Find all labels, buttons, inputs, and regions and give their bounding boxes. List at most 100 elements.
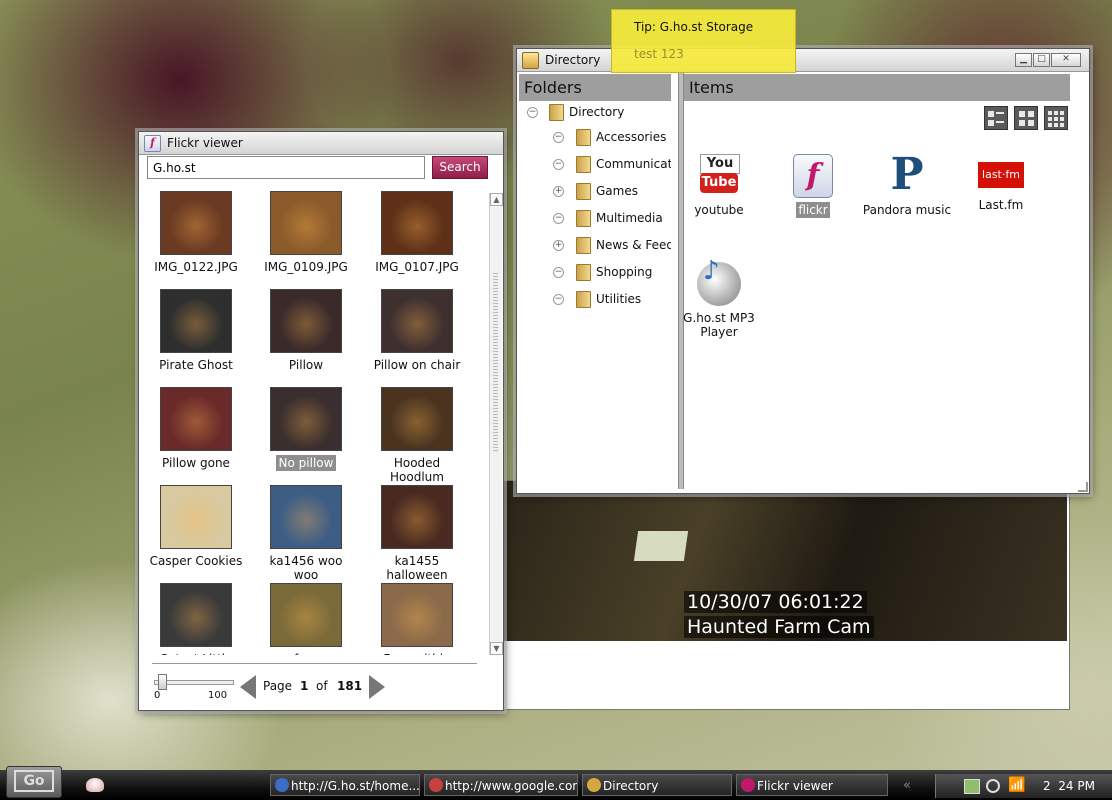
close-button[interactable]: ✕ xyxy=(1051,53,1081,67)
photo-caption-text: Pillow gone xyxy=(162,456,230,470)
view-list-button[interactable] xyxy=(984,106,1008,130)
photo-thumbnail[interactable] xyxy=(160,485,232,549)
photo-item[interactable]: four xyxy=(256,583,356,666)
collapse-icon[interactable]: − xyxy=(527,107,538,118)
zoom-slider-thumb[interactable] xyxy=(157,674,167,690)
webcam-timestamp: 10/30/07 06:01:22 xyxy=(684,591,867,613)
window-resize-grip[interactable] xyxy=(1078,482,1088,492)
task-app-icon xyxy=(275,778,289,792)
photo-caption: Pirate Ghost xyxy=(146,358,246,372)
photo-item[interactable]: Pillow gone xyxy=(146,387,246,470)
photo-thumbnail[interactable] xyxy=(270,289,342,353)
photo-thumbnail[interactable] xyxy=(270,485,342,549)
tooltip-text: test 123 xyxy=(634,47,684,61)
app-label: youtube xyxy=(694,203,744,217)
photo-item[interactable]: Hooded Hoodlum xyxy=(367,387,467,484)
tree-item[interactable]: − Shopping xyxy=(553,263,671,281)
collapse-icon[interactable]: − xyxy=(553,294,564,305)
collapse-icon[interactable]: − xyxy=(553,213,564,224)
next-page-button[interactable] xyxy=(369,675,385,699)
photo-thumbnail[interactable] xyxy=(381,289,453,353)
directory-titlebar[interactable]: Directory ▁ □ ✕ xyxy=(517,49,1089,72)
zoom-slider[interactable] xyxy=(152,674,234,690)
wireless-icon[interactable]: 📶 xyxy=(1008,777,1025,793)
photo-scrollbar[interactable]: ▲ ▼ xyxy=(489,193,503,655)
tree-item[interactable]: − Communicatic xyxy=(553,155,671,173)
photo-thumbnail[interactable] xyxy=(381,583,453,647)
photo-thumbnail[interactable] xyxy=(160,191,232,255)
scroll-up-button[interactable]: ▲ xyxy=(490,193,503,206)
photo-thumbnail[interactable] xyxy=(160,583,232,647)
start-button-label: Go xyxy=(14,770,54,792)
directory-app-icon xyxy=(522,52,539,69)
photo-item[interactable]: Pillow xyxy=(256,289,356,372)
expand-icon[interactable]: + xyxy=(553,186,564,197)
photo-item[interactable]: ka1456 woo woo xyxy=(256,485,356,582)
photo-item[interactable]: IMG_0122.JPG xyxy=(146,191,246,274)
photo-item[interactable]: ka1455 halloween bubble xyxy=(367,485,467,596)
tree-item-label: News & Feed: xyxy=(596,238,671,252)
photo-item[interactable]: IMG_0107.JPG xyxy=(367,191,467,274)
photo-item[interactable]: Pillow on chair xyxy=(367,289,467,372)
taskbar-task[interactable]: http://www.google.com xyxy=(424,774,578,796)
app-lastfm[interactable]: last·fm Last.fm xyxy=(956,152,1046,212)
photo-thumbnail[interactable] xyxy=(381,387,453,451)
tree-root[interactable]: − Directory xyxy=(527,103,667,121)
maximize-button[interactable]: □ xyxy=(1033,53,1050,67)
app-flickr[interactable]: f flickr xyxy=(768,152,858,218)
folder-icon xyxy=(576,291,591,308)
taskbar-overflow-icon[interactable]: « xyxy=(903,778,911,793)
photo-item[interactable]: No pillow xyxy=(256,387,356,471)
quick-launch-icon[interactable] xyxy=(86,778,104,792)
tree-item[interactable]: − Accessories xyxy=(553,128,671,146)
scroll-thumb[interactable] xyxy=(493,273,498,453)
network-icon[interactable] xyxy=(964,779,980,794)
collapse-icon[interactable]: − xyxy=(553,132,564,143)
taskbar-task[interactable]: http://G.ho.st/home... xyxy=(270,774,420,796)
task-app-icon xyxy=(587,778,601,792)
photo-caption: ka1456 woo woo xyxy=(256,554,356,582)
photo-thumbnail[interactable] xyxy=(270,387,342,451)
volume-icon[interactable] xyxy=(986,779,1000,793)
photo-item[interactable]: Cutest Little xyxy=(146,583,246,666)
page-label: Page xyxy=(263,679,293,693)
photo-thumbnail[interactable] xyxy=(160,387,232,451)
photo-caption-text: Pillow on chair xyxy=(373,358,461,372)
app-pandora[interactable]: P Pandora music xyxy=(862,152,952,218)
photo-item[interactable]: Pirate Ghost xyxy=(146,289,246,372)
photo-item[interactable]: IMG_0109.JPG xyxy=(256,191,356,274)
photo-thumbnail[interactable] xyxy=(160,289,232,353)
flickr-search-input[interactable] xyxy=(147,156,425,179)
photo-thumbnail[interactable] xyxy=(270,583,342,647)
view-large-icons-button[interactable] xyxy=(1014,106,1038,130)
tree-item[interactable]: + Games xyxy=(553,182,671,200)
view-small-icons-button[interactable] xyxy=(1044,106,1068,130)
webcam-window[interactable]: 10/30/07 06:01:22 Haunted Farm Cam xyxy=(500,480,1070,710)
taskbar-task[interactable]: Directory xyxy=(582,774,732,796)
photo-caption: No pillow xyxy=(256,455,356,471)
flickr-titlebar[interactable]: f Flickr viewer xyxy=(139,132,503,155)
photo-thumbnail[interactable] xyxy=(381,191,453,255)
tree-item[interactable]: − Utilities xyxy=(553,290,671,308)
taskbar-task[interactable]: Flickr viewer xyxy=(736,774,888,796)
photo-thumbnail[interactable] xyxy=(270,191,342,255)
prev-page-button[interactable] xyxy=(240,675,256,699)
tooltip-title: Tip: G.ho.st Storage xyxy=(634,20,754,34)
collapse-icon[interactable]: − xyxy=(553,267,564,278)
app-mp3-player[interactable]: ♪ G.ho.st MP3 Player xyxy=(674,258,764,339)
tree-item[interactable]: − Multimedia xyxy=(553,209,671,227)
expand-icon[interactable]: + xyxy=(553,240,564,251)
tree-item[interactable]: + News & Feed: xyxy=(553,236,671,254)
scroll-down-button[interactable]: ▼ xyxy=(490,642,503,655)
page-total: 181 xyxy=(337,679,363,693)
start-button[interactable]: Go xyxy=(6,766,62,798)
photo-thumbnail[interactable] xyxy=(381,485,453,549)
minimize-button[interactable]: ▁ xyxy=(1015,53,1032,67)
flickr-search-button[interactable]: Search xyxy=(432,156,488,179)
system-tray: 📶 2 24 PM xyxy=(935,774,1112,798)
photo-item[interactable]: Casper Cookies xyxy=(146,485,246,568)
collapse-icon[interactable]: − xyxy=(553,159,564,170)
items-header: Items xyxy=(684,74,1070,101)
app-youtube[interactable]: You Tube youtube xyxy=(674,152,764,217)
photo-item[interactable]: Face within xyxy=(367,583,467,666)
